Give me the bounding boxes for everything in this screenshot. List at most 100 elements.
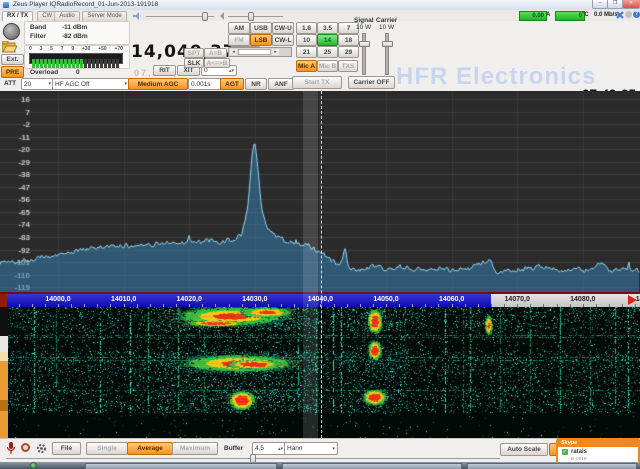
scrollbar-thumb[interactable]	[238, 49, 271, 55]
hf-agc-select[interactable]: HF AGC Off▾	[52, 78, 130, 90]
volume-slider-thumb[interactable]	[202, 12, 208, 21]
rit-value: 0	[204, 67, 208, 74]
control-panel: Ext. PRE Band -11 dBm Filter -82 dBm 035…	[0, 21, 640, 91]
taskbar-app-button[interactable]	[282, 463, 462, 469]
mic-slider-thumb[interactable]	[248, 12, 254, 21]
record-mic-icon[interactable]	[6, 442, 16, 455]
mode-button-am[interactable]: AM	[228, 22, 250, 34]
scroll-left-arrow[interactable]: ◂	[230, 49, 237, 55]
band-button-3_5[interactable]: 3.5	[317, 22, 338, 34]
att-select[interactable]: 20▾	[21, 78, 54, 90]
mode-grid: AMUSBCW-U FMLSBCW-L	[228, 22, 292, 46]
frequency-scale-bar[interactable]: 14000,014010,014020,014030,014040,014050…	[0, 292, 640, 307]
filter-scrollbar[interactable]: ◂ ▸	[228, 47, 292, 57]
medium-agc-button[interactable]: Medium AGC	[128, 78, 188, 90]
band-button-1_8[interactable]: 1.8	[296, 22, 317, 34]
txs-button[interactable]: TXS	[338, 60, 358, 72]
tab-server-mode[interactable]: Server Mode	[82, 11, 126, 21]
band-button-14[interactable]: 14	[317, 34, 338, 46]
skype-contact-name: ratals	[571, 449, 587, 455]
overload-value: 0	[76, 69, 80, 76]
maximum-button[interactable]: Maximum	[172, 442, 218, 455]
window-function-value: Hann	[287, 445, 303, 452]
nr-button[interactable]: NR	[245, 78, 267, 90]
smeter-bar	[29, 53, 123, 64]
skype-header: Skype	[558, 440, 640, 447]
background-window-sliver	[0, 352, 8, 361]
mic-slider[interactable]	[228, 16, 283, 17]
settings-gear-icon[interactable]	[36, 443, 47, 454]
single-button[interactable]: Single	[86, 442, 128, 455]
bottom-toolbar: File Single Average Maximum Buffer 4,5▴▾…	[0, 438, 640, 463]
mode-button-cw-u[interactable]: CW-U	[272, 22, 294, 34]
tune-knob[interactable]	[3, 23, 20, 40]
band-button-10[interactable]: 10	[296, 34, 317, 46]
band-button-29[interactable]: 29	[338, 46, 359, 58]
agt-button[interactable]: AGT	[220, 78, 244, 90]
fullscreen-icon[interactable]	[616, 11, 624, 19]
band-label: Band	[30, 24, 46, 31]
minimize-button[interactable]: –	[592, 0, 608, 9]
pre-button[interactable]: PRE	[1, 66, 24, 78]
smeter-segment	[92, 59, 95, 68]
smeter-segment	[40, 59, 43, 68]
scroll-right-arrow[interactable]: ▸	[272, 49, 279, 55]
a-swap-b-button[interactable]: A<=>B	[204, 58, 230, 68]
carrier-off-button[interactable]: Carrier OFF	[348, 76, 395, 89]
frequency-tick-label: 14030,0	[242, 296, 267, 303]
smeter-segment	[100, 59, 103, 68]
background-window-sliver	[0, 307, 8, 336]
mic-a-button[interactable]: Mic A	[296, 60, 317, 72]
open-file-icon[interactable]	[2, 41, 17, 53]
signal-power-thumb[interactable]	[359, 41, 370, 47]
skype-notification[interactable]: Skype ✓ ratals в сети	[556, 438, 640, 464]
tab-rx-tx[interactable]: RX / TX	[2, 11, 33, 21]
smeter-segment	[108, 59, 111, 68]
auto-scale-button[interactable]: Auto Scale	[500, 443, 548, 456]
mode-button-fm[interactable]: FM	[228, 34, 250, 46]
window-title: Zeus Player IQRadioRecord_01-Jun-2013-19…	[13, 1, 158, 8]
slk-button[interactable]: SLK	[184, 58, 204, 68]
band-grid: 1.83.57101418212529	[296, 22, 358, 58]
close-button[interactable]: ✕	[622, 0, 640, 9]
taskbar-app-button[interactable]	[85, 463, 277, 469]
anf-button[interactable]: ANF	[268, 78, 294, 90]
window-function-select[interactable]: Hann▾	[284, 442, 338, 455]
mode-button-cw-l[interactable]: CW-L	[272, 34, 294, 46]
carrier-power-thumb[interactable]	[382, 41, 393, 47]
att-label: ATT	[4, 80, 16, 87]
carrier-power-slider[interactable]	[385, 33, 389, 75]
band-button-25[interactable]: 25	[317, 46, 338, 58]
waterfall-display[interactable]	[8, 307, 640, 438]
datarate-readout: 0.0 Mb/s	[594, 11, 618, 19]
mode-button-usb[interactable]: USB	[250, 22, 272, 34]
smeter-scale-label: +50	[98, 46, 106, 52]
average-button[interactable]: Average	[127, 442, 173, 455]
start-tx-button[interactable]: Start TX	[292, 76, 342, 89]
brand-watermark: HFR Electronics	[396, 63, 596, 91]
maximize-button[interactable]: ❐	[607, 0, 623, 9]
file-button[interactable]: File	[52, 442, 81, 455]
mic-b-button[interactable]: Mic B	[317, 60, 338, 72]
rit-button[interactable]: RIT	[153, 65, 176, 76]
spectrum-display[interactable]	[0, 91, 640, 292]
agc-time-spinner[interactable]: 0.001s	[188, 78, 223, 90]
spt-button[interactable]: SPT	[184, 48, 204, 58]
smeter-segment	[36, 59, 39, 68]
frequency-tick-label: 14020,0	[177, 296, 202, 303]
tab-audio[interactable]: Audio	[54, 11, 79, 21]
mode-button-lsb[interactable]: LSB	[250, 34, 272, 46]
taskbar-app-button[interactable]	[467, 463, 637, 469]
record-dot-icon[interactable]	[21, 443, 30, 452]
smeter-segment	[64, 59, 67, 68]
carrier-power-label: Carrier	[376, 17, 397, 24]
ext-button[interactable]: Ext.	[1, 54, 24, 65]
start-button[interactable]	[30, 462, 37, 469]
buffer-spinner[interactable]: 4,5▴▾	[252, 442, 286, 455]
help-icon[interactable]: ?	[633, 11, 640, 18]
band-button-21[interactable]: 21	[296, 46, 317, 58]
a-eq-b-button[interactable]: A=B	[204, 48, 227, 58]
windows-taskbar[interactable]	[0, 462, 640, 469]
signal-power-slider[interactable]	[362, 33, 366, 75]
band-button-18[interactable]: 18	[338, 34, 359, 46]
